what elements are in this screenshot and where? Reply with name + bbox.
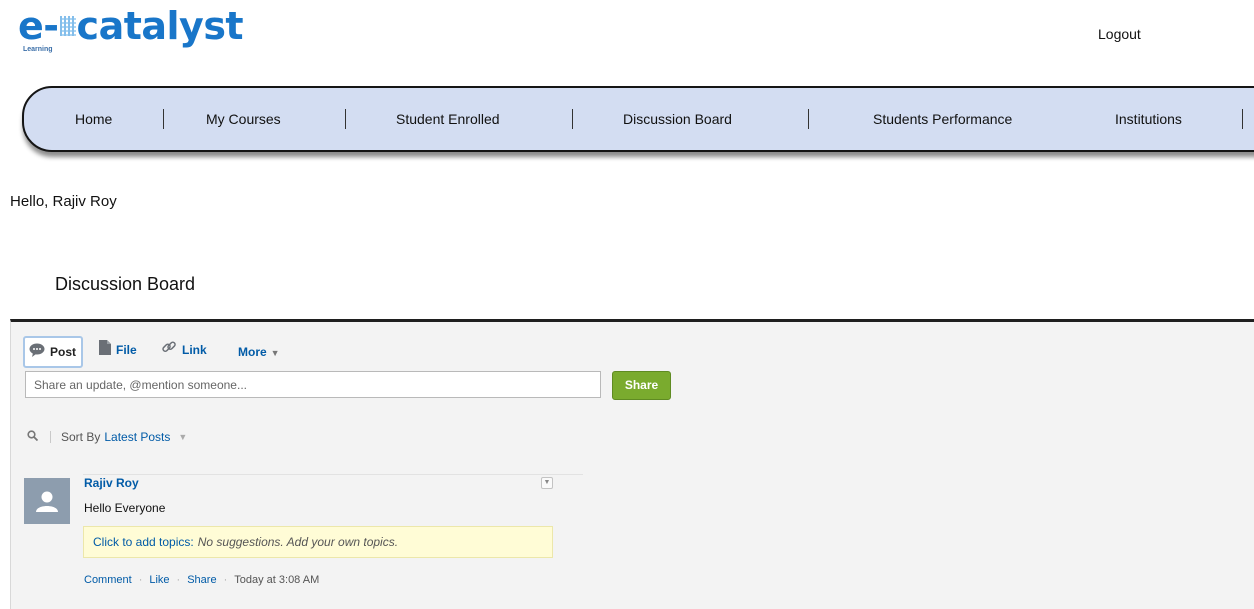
post-menu-chevron-icon[interactable]: ▼ [541,477,553,489]
chatter-feed: Post File Link More▼ Share Sort By Lates… [10,319,1254,609]
logout-link[interactable]: Logout [1098,26,1141,42]
add-topics-link[interactable]: Click to add topics: [93,535,194,549]
user-icon [36,491,58,512]
link-icon [161,337,177,365]
divider [83,474,583,475]
nav-item-student-enrolled[interactable]: Student Enrolled [396,88,500,150]
nav-item-students-performance[interactable]: Students Performance [873,88,1012,150]
comment-link[interactable]: Comment [84,574,132,586]
tab-more-label: More [238,345,267,359]
share-update-input[interactable] [25,371,601,398]
dot-separator: · [176,574,181,586]
main-nav: Home My Courses Student Enrolled Discuss… [22,86,1254,152]
tab-post[interactable]: Post [23,336,84,368]
like-link[interactable]: Like [149,574,169,586]
nav-separator [1242,109,1243,129]
sort-label: Sort By [61,430,101,444]
post-actions: Comment · Like · Share · Today at 3:08 AM [84,574,319,586]
chevron-down-icon: ▼ [270,347,280,358]
nav-separator [808,109,809,129]
nav-separator [163,109,164,129]
share-button[interactable]: Share [612,371,671,400]
tab-file-label: File [116,343,137,357]
logo: e-catalyst Learning [18,4,244,53]
chevron-down-icon[interactable]: ▼ [178,432,187,442]
tab-more[interactable]: More ▼ [238,338,280,366]
tab-post-label: Post [50,345,77,359]
avatar[interactable] [24,478,70,524]
divider [50,431,51,443]
logo-prefix: e- [18,4,59,48]
nav-item-my-courses[interactable]: My Courses [206,88,281,150]
sort-bar: Sort By Latest Posts ▼ [27,430,187,444]
speech-bubble-icon [29,339,45,367]
post-body: Hello Everyone [84,501,166,515]
nav-item-discussion-board[interactable]: Discussion Board [623,88,732,150]
share-link[interactable]: Share [187,574,216,586]
nav-item-home[interactable]: Home [75,88,112,150]
nav-separator [345,109,346,129]
logo-subtext: Learning [23,46,53,53]
nav-item-institutions[interactable]: Institutions [1115,88,1182,150]
post-author-link[interactable]: Rajiv Roy [84,476,139,490]
file-icon [99,337,111,365]
topics-bar: Click to add topics: No suggestions. Add … [83,526,553,558]
nav-separator [572,109,573,129]
logo-wordmark: e-catalyst [18,4,244,48]
dot-separator: · [138,574,143,586]
tab-link-label: Link [182,343,207,357]
logo-mark-icon [59,16,76,36]
search-icon[interactable] [27,430,39,444]
logo-main: catalyst [76,4,244,48]
sort-dropdown[interactable]: Latest Posts [104,430,170,444]
page-title: Discussion Board [55,274,196,294]
topics-hint: No suggestions. Add your own topics. [197,535,399,549]
tab-link[interactable]: Link [161,336,207,364]
post-timestamp: Today at 3:08 AM [234,574,320,586]
greeting: Hello, Rajiv Roy [10,193,117,210]
dot-separator: · [223,574,228,586]
tab-file[interactable]: File [99,336,137,364]
